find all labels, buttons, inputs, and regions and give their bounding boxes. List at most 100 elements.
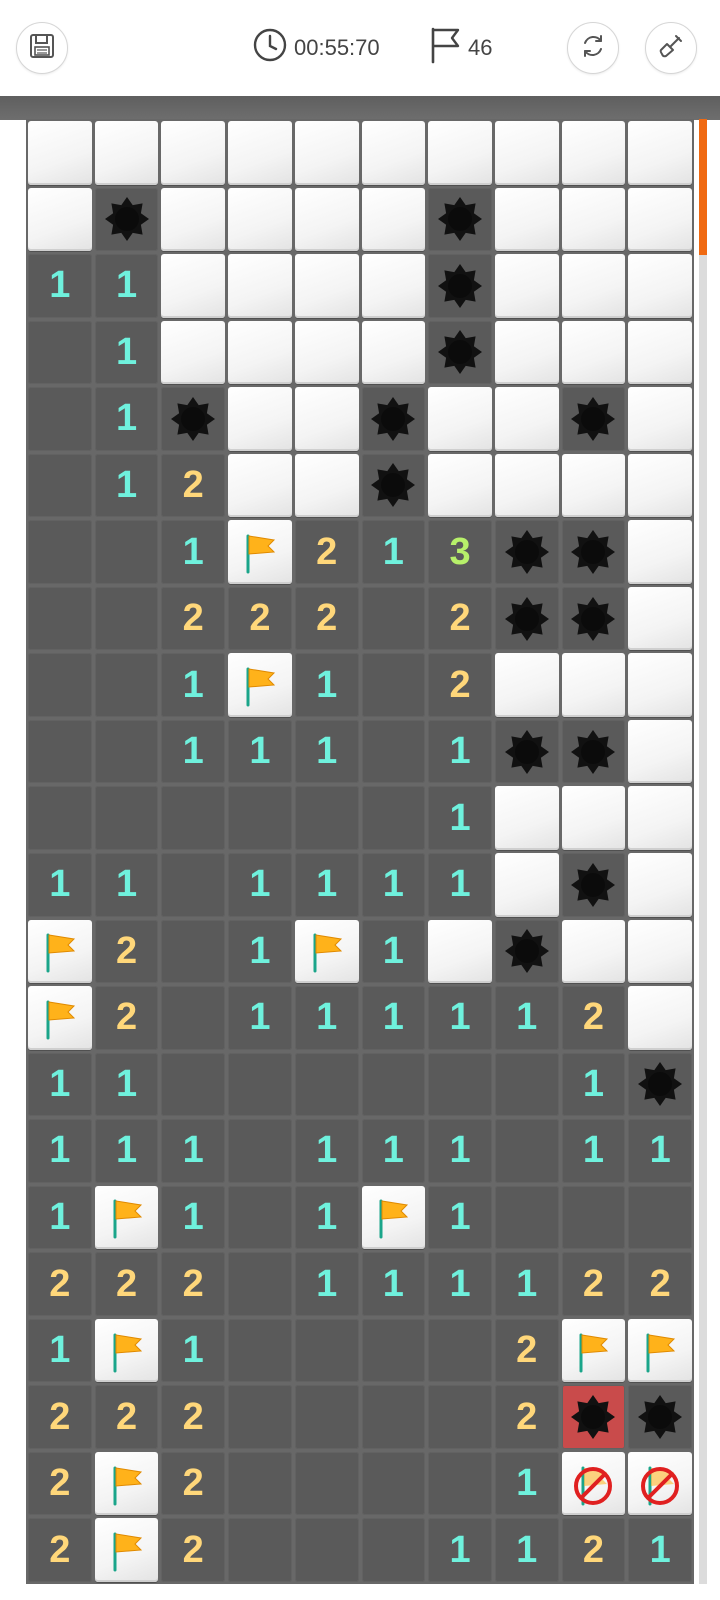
cell-number[interactable]: 1 — [494, 1252, 559, 1316]
cell-number[interactable]: 1 — [28, 1185, 92, 1250]
cell-number[interactable]: 2 — [561, 1518, 626, 1582]
cell-number[interactable]: 2 — [294, 586, 359, 651]
cell-unrevealed[interactable] — [494, 453, 559, 518]
cell-unrevealed[interactable] — [294, 320, 359, 385]
cell-unrevealed[interactable] — [628, 853, 692, 917]
cell-flagged[interactable] — [228, 653, 292, 717]
cell-unrevealed[interactable] — [161, 121, 226, 185]
scrollbar-thumb[interactable] — [699, 119, 707, 255]
save-button[interactable] — [16, 22, 68, 74]
cell-unrevealed[interactable] — [228, 387, 292, 451]
cell-number[interactable]: 1 — [94, 853, 159, 917]
cell-number[interactable]: 1 — [494, 1451, 559, 1516]
cell-number[interactable]: 1 — [94, 453, 159, 518]
cell-unrevealed[interactable] — [494, 121, 559, 185]
cell-number[interactable]: 2 — [561, 986, 626, 1050]
cell-number[interactable]: 2 — [28, 1252, 92, 1316]
cell-number[interactable]: 1 — [28, 1052, 92, 1117]
cell-unrevealed[interactable] — [161, 254, 226, 318]
cell-number[interactable]: 1 — [361, 919, 426, 984]
cell-unrevealed[interactable] — [628, 986, 692, 1050]
cell-unrevealed[interactable] — [628, 387, 692, 451]
cell-number[interactable]: 2 — [161, 1518, 226, 1582]
cell-number[interactable]: 2 — [561, 1252, 626, 1316]
cell-unrevealed[interactable] — [361, 320, 426, 385]
cell-number[interactable]: 1 — [94, 387, 159, 451]
cell-number[interactable]: 1 — [428, 986, 492, 1050]
cell-unrevealed[interactable] — [561, 653, 626, 717]
cell-unrevealed[interactable] — [561, 919, 626, 984]
cell-wrong-flag[interactable] — [628, 1451, 692, 1516]
cell-unrevealed[interactable] — [228, 187, 292, 252]
cell-unrevealed[interactable] — [561, 320, 626, 385]
cell-flagged[interactable] — [94, 1185, 159, 1250]
cell-number[interactable]: 1 — [628, 1119, 692, 1183]
cell-number[interactable]: 1 — [28, 1318, 92, 1383]
scrollbar[interactable] — [699, 119, 707, 1584]
cell-number[interactable]: 1 — [94, 1119, 159, 1183]
cell-number[interactable]: 1 — [361, 520, 426, 584]
cell-number[interactable]: 2 — [161, 586, 226, 651]
cell-number[interactable]: 2 — [628, 1252, 692, 1316]
cell-number[interactable]: 1 — [361, 1119, 426, 1183]
cell-unrevealed[interactable] — [228, 453, 292, 518]
cell-unrevealed[interactable] — [294, 121, 359, 185]
cell-number[interactable]: 1 — [628, 1518, 692, 1582]
dig-mode-button[interactable] — [645, 22, 697, 74]
cell-unrevealed[interactable] — [294, 387, 359, 451]
cell-flagged[interactable] — [28, 986, 92, 1050]
cell-number[interactable]: 1 — [428, 853, 492, 917]
cell-number[interactable]: 2 — [428, 653, 492, 717]
cell-number[interactable]: 1 — [161, 520, 226, 584]
cell-number[interactable]: 1 — [228, 853, 292, 917]
cell-unrevealed[interactable] — [628, 121, 692, 185]
cell-number[interactable]: 2 — [161, 1451, 226, 1516]
cell-flagged[interactable] — [94, 1451, 159, 1516]
cell-number[interactable]: 2 — [28, 1451, 92, 1516]
cell-wrong-flag[interactable] — [561, 1451, 626, 1516]
cell-number[interactable]: 1 — [294, 719, 359, 784]
cell-unrevealed[interactable] — [628, 586, 692, 651]
cell-number[interactable]: 2 — [28, 1518, 92, 1582]
cell-number[interactable]: 1 — [161, 1318, 226, 1383]
cell-number[interactable]: 2 — [228, 586, 292, 651]
cell-flagged[interactable] — [294, 919, 359, 984]
cell-number[interactable]: 1 — [361, 1252, 426, 1316]
cell-unrevealed[interactable] — [494, 653, 559, 717]
cell-number[interactable]: 1 — [28, 1119, 92, 1183]
cell-unrevealed[interactable] — [228, 121, 292, 185]
cell-number[interactable]: 2 — [494, 1318, 559, 1383]
cell-unrevealed[interactable] — [28, 121, 92, 185]
cell-flagged[interactable] — [628, 1318, 692, 1383]
cell-unrevealed[interactable] — [561, 187, 626, 252]
cell-number[interactable]: 2 — [428, 586, 492, 651]
cell-number[interactable]: 1 — [361, 853, 426, 917]
cell-unrevealed[interactable] — [228, 320, 292, 385]
cell-unrevealed[interactable] — [628, 187, 692, 252]
cell-number[interactable]: 1 — [228, 719, 292, 784]
cell-unrevealed[interactable] — [628, 786, 692, 850]
cell-number[interactable]: 2 — [94, 1385, 159, 1449]
cell-number[interactable]: 1 — [428, 786, 492, 850]
cell-number[interactable]: 1 — [428, 1185, 492, 1250]
cell-flagged[interactable] — [94, 1318, 159, 1383]
cell-unrevealed[interactable] — [428, 453, 492, 518]
cell-number[interactable]: 1 — [228, 919, 292, 984]
cell-unrevealed[interactable] — [94, 121, 159, 185]
cell-unrevealed[interactable] — [161, 187, 226, 252]
cell-number[interactable]: 1 — [294, 1252, 359, 1316]
cell-number[interactable]: 1 — [561, 1052, 626, 1117]
cell-unrevealed[interactable] — [28, 187, 92, 252]
cell-unrevealed[interactable] — [628, 653, 692, 717]
cell-number[interactable]: 1 — [28, 254, 92, 318]
cell-unrevealed[interactable] — [561, 786, 626, 850]
cell-number[interactable]: 2 — [161, 453, 226, 518]
cell-number[interactable]: 2 — [161, 1385, 226, 1449]
cell-number[interactable]: 1 — [161, 1185, 226, 1250]
cell-flagged[interactable] — [28, 919, 92, 984]
cell-unrevealed[interactable] — [628, 520, 692, 584]
cell-number[interactable]: 1 — [428, 719, 492, 784]
cell-number[interactable]: 2 — [94, 1252, 159, 1316]
cell-unrevealed[interactable] — [494, 853, 559, 917]
cell-unrevealed[interactable] — [228, 254, 292, 318]
